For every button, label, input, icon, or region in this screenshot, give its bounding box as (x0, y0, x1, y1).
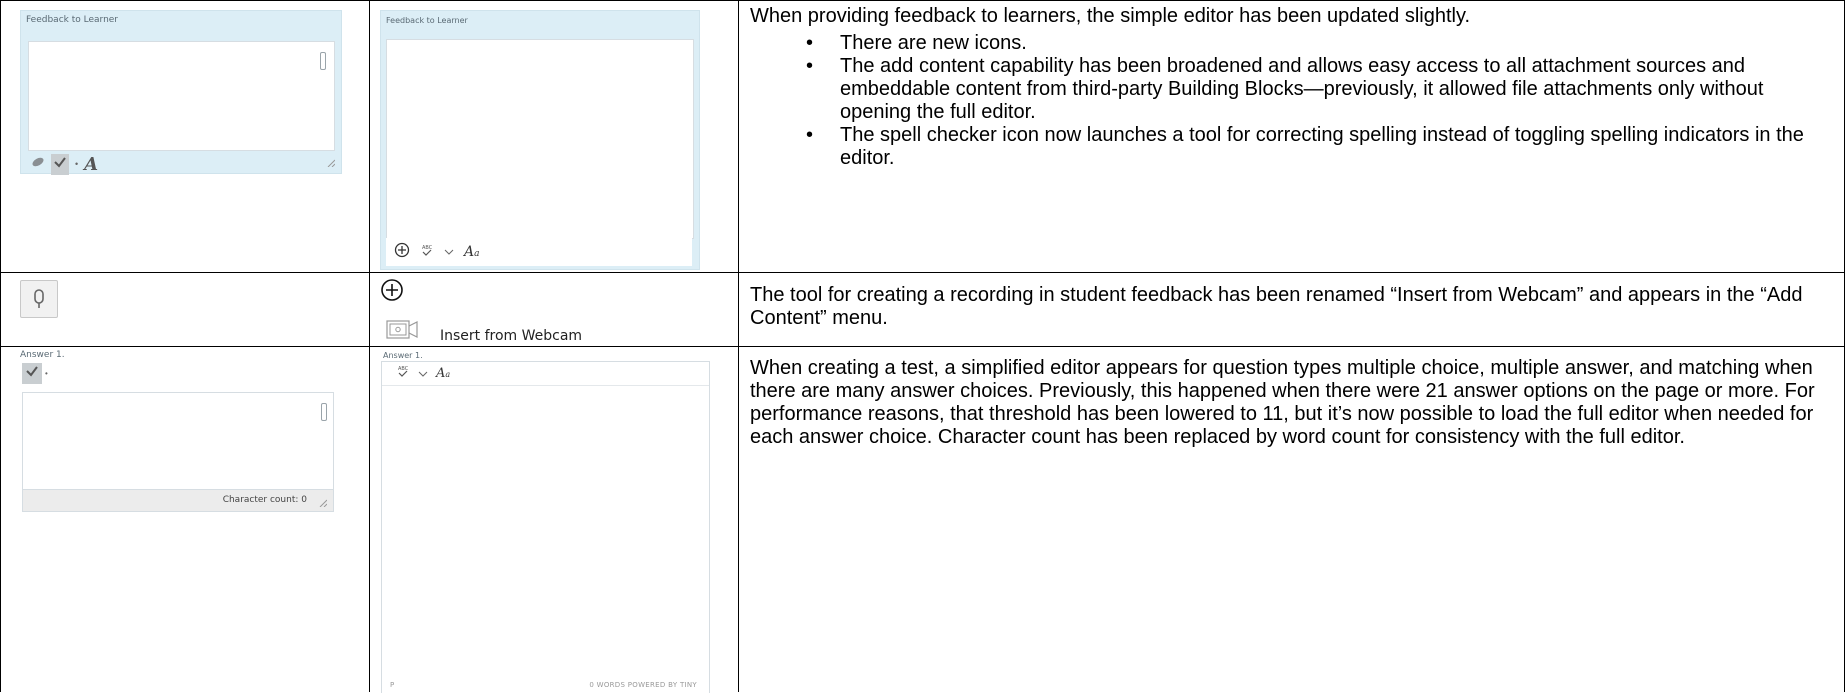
new-feedback-textarea[interactable] (386, 39, 694, 239)
new-answer-statusbar: P 0 WORDS POWERED BY TINY (382, 681, 709, 693)
new-answer-label: Answer 1. (383, 351, 423, 360)
old-answer-textarea[interactable] (22, 392, 334, 491)
comparison-table: Feedback to Learner • A Feedback to Lear… (0, 0, 1845, 693)
old-answer-label: Answer 1. (20, 350, 65, 360)
text-format-icon[interactable]: Aa (436, 366, 450, 381)
scrollbar-thumb[interactable] (321, 403, 327, 421)
svg-text:ABC: ABC (422, 245, 433, 251)
new-feedback-label: Feedback to Learner (386, 16, 468, 25)
resize-handle-icon[interactable] (319, 499, 327, 507)
row2-description: The tool for creating a recording in stu… (750, 284, 1803, 329)
word-count: 0 WORDS POWERED BY TINY (589, 681, 697, 689)
scrollbar-thumb[interactable] (320, 52, 326, 70)
new-answer-toolbar: ABC Aa (382, 362, 709, 386)
spellcheck-icon[interactable]: ABC (420, 243, 434, 262)
table-row-divider (0, 272, 1845, 273)
old-answer-toolbar: • (22, 363, 48, 384)
character-count: Character count: 0 (222, 495, 307, 505)
element-path: P (390, 681, 395, 689)
new-feedback-toolbar: ABC Aa (386, 238, 692, 266)
insert-from-webcam-menu-item[interactable]: Insert from Webcam (386, 318, 582, 344)
old-feedback-textarea[interactable] (28, 41, 335, 151)
row1-intro: When providing feedback to learners, the… (750, 5, 1471, 27)
table-row-divider (0, 346, 1845, 347)
add-content-plus-icon (381, 279, 403, 301)
dropdown-arrow-icon[interactable]: • (75, 159, 78, 169)
add-content-plus-icon[interactable] (394, 242, 410, 263)
old-feedback-editor: Feedback to Learner • A (20, 10, 342, 175)
dropdown-arrow-icon[interactable]: • (45, 369, 48, 378)
microphone-icon (34, 289, 44, 308)
list-item: There are new icons. (806, 32, 1840, 55)
list-item: The add content capability has been broa… (806, 55, 1840, 124)
row1-bullet-list: There are new icons. The add content cap… (750, 32, 1840, 170)
spellcheck-icon[interactable]: ABC (396, 364, 410, 383)
old-feedback-toolbar: • A (31, 153, 98, 175)
old-feedback-label: Feedback to Learner (26, 15, 119, 25)
table-border-top (0, 0, 1845, 1)
svg-text:ABC: ABC (398, 366, 409, 372)
add-content-button[interactable] (380, 278, 404, 307)
list-item: The spell checker icon now launches a to… (806, 124, 1840, 170)
resize-handle-icon[interactable] (327, 159, 335, 167)
insert-from-webcam-label: Insert from Webcam (440, 328, 583, 344)
chevron-down-icon[interactable] (418, 365, 428, 383)
paperclip-icon[interactable] (31, 155, 45, 173)
chevron-down-icon[interactable] (444, 243, 454, 261)
row1-description: When providing feedback to learners, the… (750, 5, 1840, 170)
old-answer-statusbar: Character count: 0 (22, 489, 334, 512)
text-format-icon[interactable]: A (84, 154, 98, 175)
spellcheck-icon[interactable] (51, 153, 69, 175)
new-answer-editor[interactable]: ABC Aa P 0 WORDS POWERED BY TINY (381, 361, 710, 693)
webcam-icon (386, 320, 418, 339)
new-feedback-editor: Feedback to Learner ABC Aa (380, 10, 700, 270)
row3-description: When creating a test, a simplified edito… (750, 357, 1815, 448)
record-feedback-button[interactable] (20, 280, 58, 318)
spellcheck-icon[interactable] (22, 363, 42, 384)
text-format-icon[interactable]: Aa (464, 244, 480, 260)
